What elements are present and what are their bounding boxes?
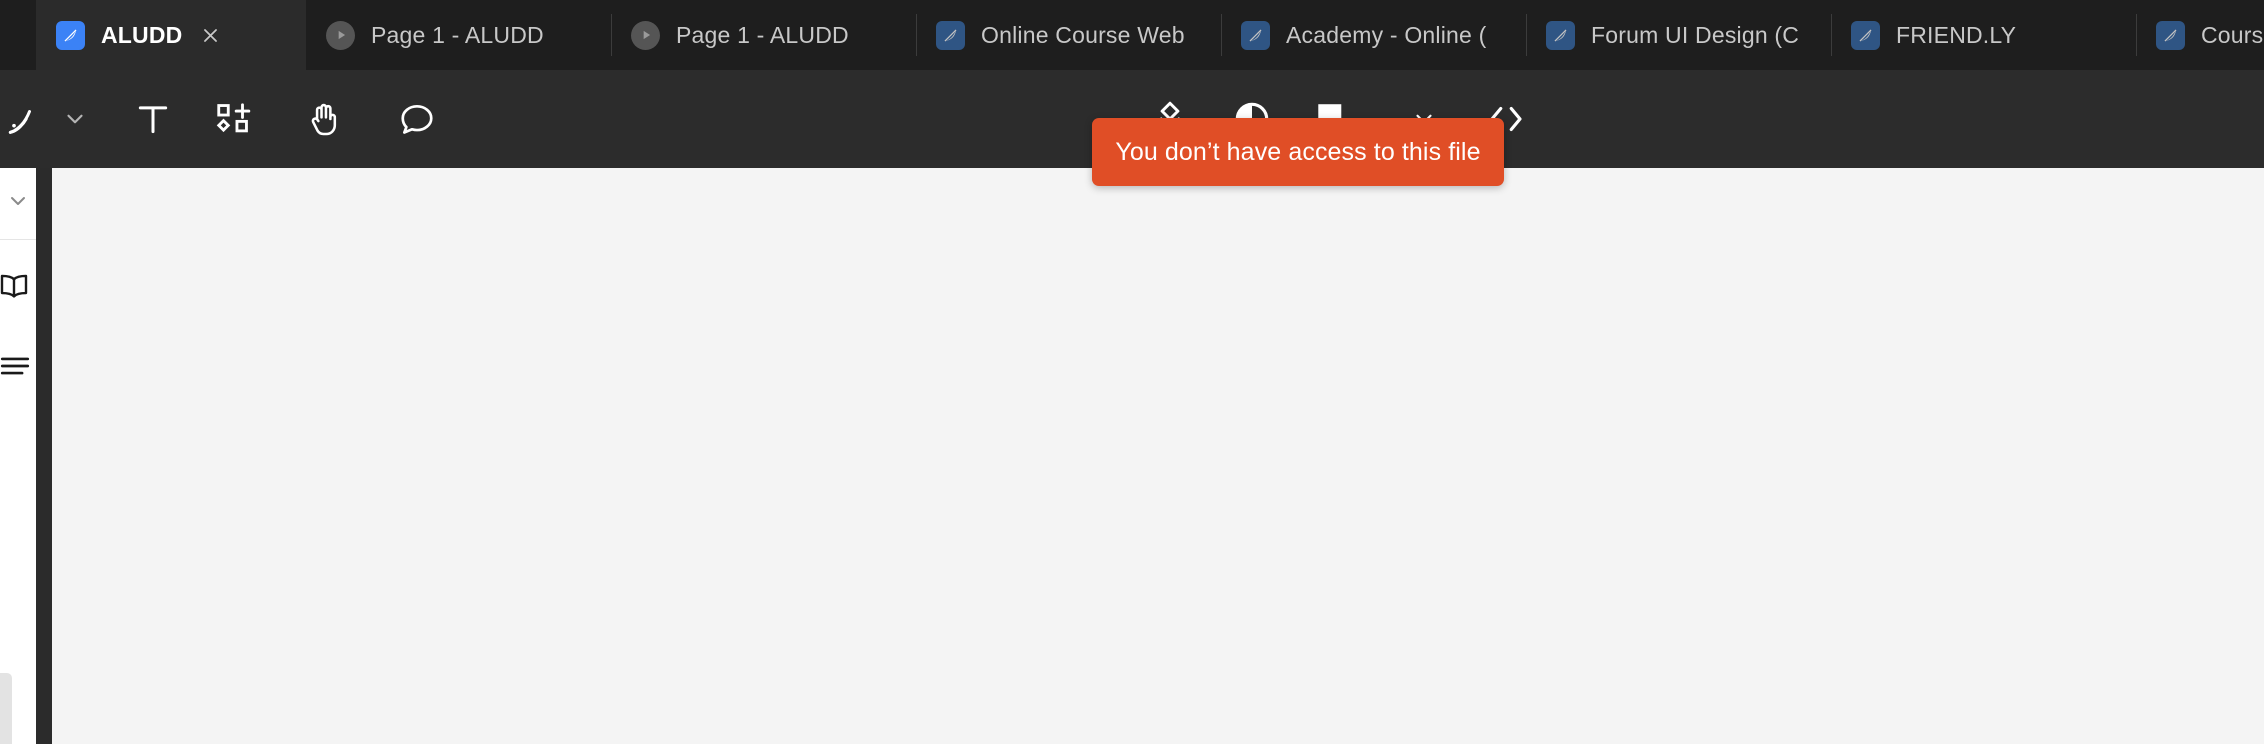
tab-strip-left-edge xyxy=(0,0,36,70)
components-tool[interactable] xyxy=(198,84,268,154)
toast-message: You don’t have access to this file xyxy=(1115,137,1481,166)
tab-aludd[interactable]: ALUDD xyxy=(36,0,306,70)
tab-online-course-web[interactable]: Online Course Web xyxy=(916,0,1221,70)
sidebar-item-layers[interactable] xyxy=(0,328,36,408)
figma-icon xyxy=(936,20,965,50)
tab-label: Page 1 - ALUDD xyxy=(676,21,849,48)
chevron-down-icon[interactable] xyxy=(6,189,30,218)
text-tool[interactable] xyxy=(118,84,188,154)
access-error-toast: You don’t have access to this file xyxy=(1092,118,1504,186)
tab-label: Course Templ xyxy=(2201,21,2264,48)
tab-academy-online[interactable]: Academy - Online ( xyxy=(1221,0,1526,70)
list-lines-icon xyxy=(0,349,32,388)
tab-forum-ui-design[interactable]: Forum UI Design (C xyxy=(1526,0,1831,70)
play-icon xyxy=(326,20,355,50)
tab-page-1-aludd-b[interactable]: Page 1 - ALUDD xyxy=(611,0,916,70)
tab-label: ALUDD xyxy=(101,21,183,48)
sidebar-item-pages[interactable] xyxy=(0,248,36,328)
tab-label: Academy - Online ( xyxy=(1286,21,1487,48)
tab-friendly[interactable]: FRIEND.LY xyxy=(1831,0,2136,70)
tab-label: Page 1 - ALUDD xyxy=(371,21,544,48)
play-icon xyxy=(631,20,660,50)
left-sidebar xyxy=(0,168,36,744)
open-book-icon xyxy=(0,268,32,309)
design-canvas[interactable] xyxy=(52,168,2264,744)
tab-label: Online Course Web xyxy=(981,21,1185,48)
tab-page-1-aludd-a[interactable]: Page 1 - ALUDD xyxy=(306,0,611,70)
close-icon[interactable] xyxy=(199,23,223,47)
hand-tool[interactable] xyxy=(290,84,360,154)
figma-icon xyxy=(56,20,85,50)
file-name-collapse-row[interactable] xyxy=(0,168,36,240)
figma-icon xyxy=(1241,20,1270,50)
figma-icon xyxy=(2156,20,2185,50)
move-tool-dropdown[interactable] xyxy=(54,84,96,154)
figma-icon xyxy=(1546,20,1575,50)
move-tool[interactable] xyxy=(0,84,54,154)
layers-list-panel[interactable] xyxy=(0,673,12,744)
figma-icon xyxy=(1851,20,1880,50)
comment-tool[interactable] xyxy=(382,84,452,154)
toolbar-left-group xyxy=(0,70,452,168)
tab-course-template[interactable]: Course Templ xyxy=(2136,0,2264,70)
tab-label: Forum UI Design (C xyxy=(1591,21,1800,48)
tab-label: FRIEND.LY xyxy=(1896,21,2017,48)
browser-tab-strip: ALUDD Page 1 - ALUDD Page 1 - ALUDD Onli… xyxy=(0,0,2264,70)
